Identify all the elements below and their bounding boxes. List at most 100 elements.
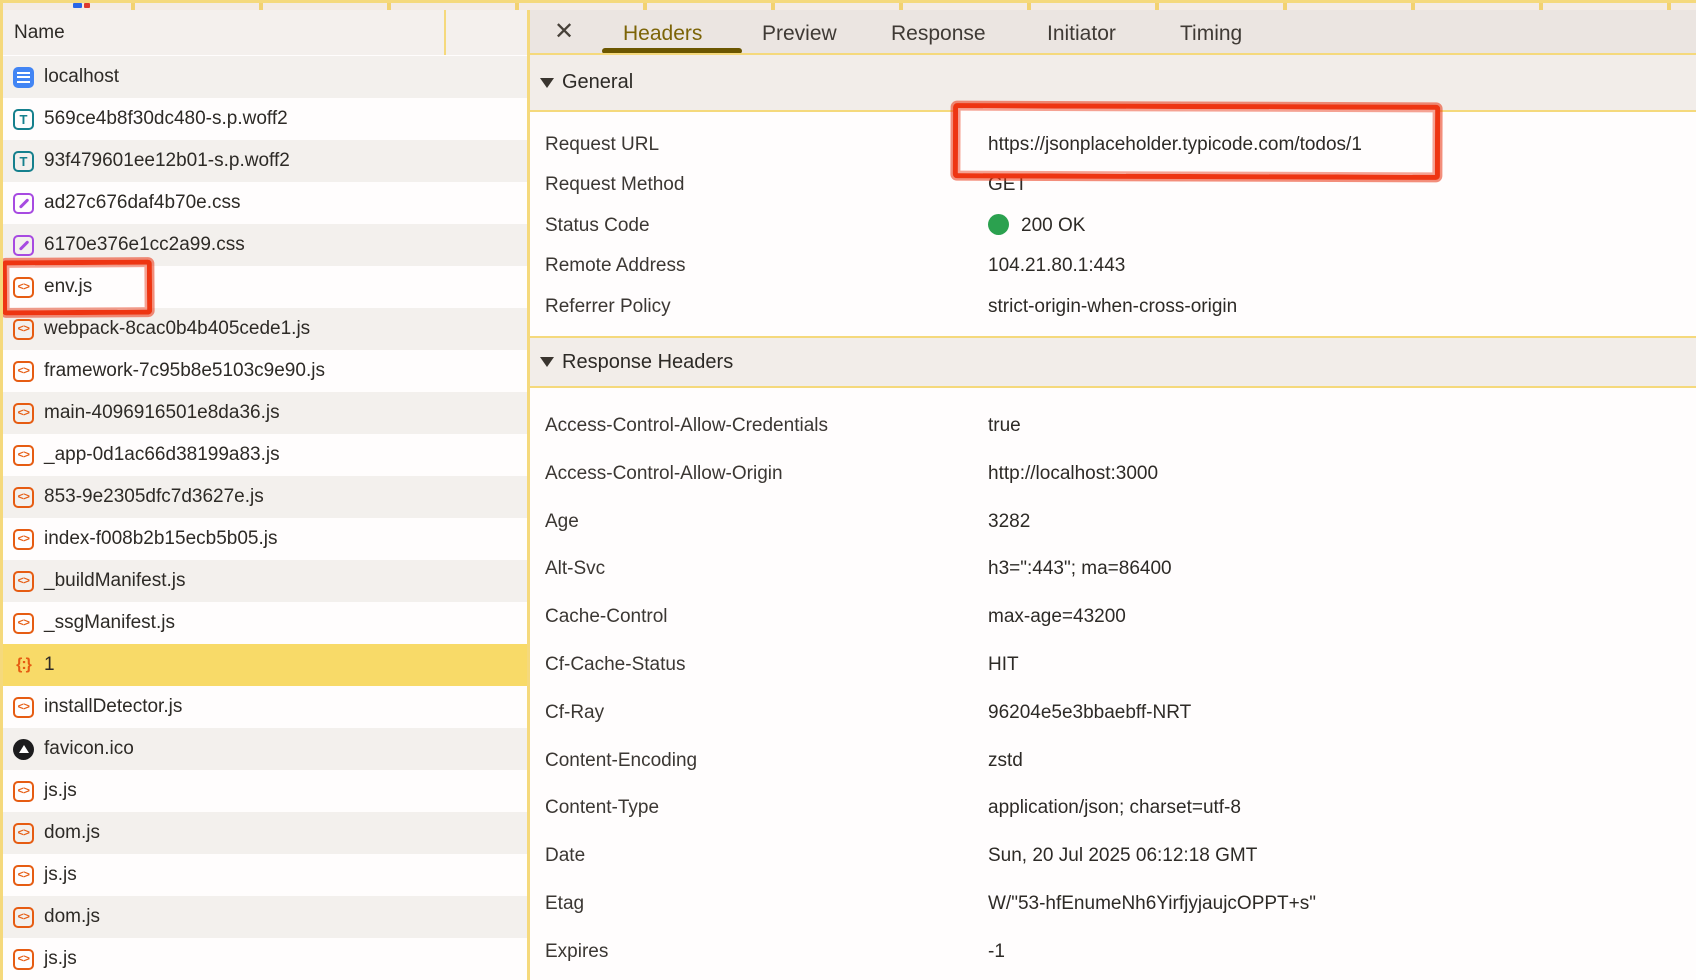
header-value: application/json; charset=utf-8 (988, 784, 1241, 832)
response-row-cache-control: Cache-Controlmax-age=43200 (530, 593, 1696, 641)
request-row-js.js[interactable]: <> js.js (0, 938, 527, 980)
request-row-_ssgManifest.js[interactable]: <>_ssgManifest.js (0, 602, 527, 644)
doc-file-icon (13, 67, 34, 88)
css-file-icon (13, 193, 34, 214)
toolbar-red-icon (84, 3, 90, 8)
request-row-framework-7c95b8e5103c9e90.js[interactable]: <>framework-7c95b8e5103c9e90.js (0, 350, 527, 392)
header-label: Etag (545, 880, 584, 928)
header-label: Age (545, 498, 579, 546)
header-value: 104.21.80.1:443 (988, 245, 1125, 286)
column-divider (444, 10, 446, 55)
js-file-icon: <> (13, 823, 34, 844)
general-section-header[interactable]: General (530, 55, 1696, 110)
request-row-index-f008b2b15ecb5b05.js[interactable]: <>index-f008b2b15ecb5b05.js (0, 518, 527, 560)
network-request-panel: Name localhost T 569ce4b8f30dc480-s.p.woff… (0, 10, 527, 980)
header-value: zstd (988, 737, 1023, 785)
js-file-icon: <> (13, 907, 34, 928)
tab-timing[interactable]: Timing (1180, 10, 1242, 55)
response-row-etag: EtagW/"53-hfEnumeNh6YirfjyjaujcOPPT+s" (530, 880, 1696, 928)
request-row-ad27c676daf4b70e.css[interactable]: ad27c676daf4b70e.css (0, 182, 527, 224)
header-label: Cache-Control (545, 593, 668, 641)
response-headers-border (530, 386, 1696, 388)
request-row-93f479601ee12b01-s.p.woff2[interactable]: T 93f479601ee12b01-s.p.woff2 (0, 140, 527, 182)
response-row-content-type: Content-Type application/json; charset=ut… (530, 784, 1696, 832)
request-row-dom.js[interactable]: <> dom.js (0, 812, 527, 854)
request-list: localhost T 569ce4b8f30dc480-s.p.woff2 T 93f… (0, 56, 527, 980)
request-row-_buildManifest.js[interactable]: <> _buildManifest.js (0, 560, 527, 602)
request-name: dom.js (44, 822, 100, 844)
request-name: dom.js (44, 906, 100, 928)
request-detail-panel: ✕ HeadersPreviewResponseInitiatorTiming … (530, 10, 1696, 980)
header-value: 200 OK (988, 205, 1085, 246)
js-file-icon: <> (13, 403, 34, 424)
response-row-access-control-allow-credentials: Access-Control-Allow-Credentialstrue (530, 402, 1696, 450)
header-value: https://jsonplaceholder.typicode.com/tod… (988, 124, 1362, 165)
response-row-content-encoding: Content-Encoding zstd (530, 737, 1696, 785)
request-row-installDetector.js[interactable]: <> installDetector.js (0, 686, 527, 728)
request-row-853-9e2305dfc7d3627e.js[interactable]: <>853-9e2305dfc7d3627e.js (0, 476, 527, 518)
header-label: Remote Address (545, 245, 685, 286)
header-label: Content-Encoding (545, 737, 697, 785)
tab-response[interactable]: Response (891, 10, 986, 55)
js-file-icon: <> (13, 949, 34, 970)
general-row-referrer-policy: Referrer Policy strict-origin-when-cross-… (530, 286, 1696, 327)
request-row-js.js[interactable]: <>js.js (0, 770, 527, 812)
header-value: true (988, 402, 1021, 450)
request-name: 853-9e2305dfc7d3627e.js (44, 486, 264, 508)
request-name: js.js (44, 864, 77, 886)
request-row-dom.js[interactable]: <> dom.js (0, 896, 527, 938)
js-file-icon: <> (13, 571, 34, 592)
header-value: http://localhost:3000 (988, 450, 1158, 498)
general-row-request-url: Request URLhttps://jsonplaceholder.typic… (530, 124, 1696, 165)
close-icon[interactable]: ✕ (554, 17, 574, 47)
request-name: 569ce4b8f30dc480-s.p.woff2 (44, 108, 288, 130)
header-label: Access-Control-Allow-Origin (545, 450, 783, 498)
response-row-access-control-allow-origin: Access-Control-Allow-Origin http://localh… (530, 450, 1696, 498)
cropped-toolbar-strip (0, 0, 1696, 10)
request-name: main-4096916501e8da36.js (44, 402, 280, 424)
request-name: webpack-8cac0b4b405cede1.js (44, 318, 310, 340)
favicon-file-icon (13, 739, 34, 760)
response-row-date: DateSun, 20 Jul 2025 06:12:18 GMT (530, 832, 1696, 880)
annotation-box-env-js (2, 260, 152, 316)
tab-preview[interactable]: Preview (762, 10, 837, 55)
request-row-localhost[interactable]: localhost (0, 56, 527, 98)
js-file-icon: <> (13, 781, 34, 802)
request-row-_app-0d1ac66d38199a83.js[interactable]: <>_app-0d1ac66d38199a83.js (0, 434, 527, 476)
js-file-icon: <> (13, 319, 34, 340)
response-row-alt-svc: Alt-Svch3=":443"; ma=86400 (530, 545, 1696, 593)
header-label: Expires (545, 928, 608, 976)
request-name: _app-0d1ac66d38199a83.js (44, 444, 280, 466)
name-column-header[interactable]: Name (0, 10, 527, 55)
font-file-icon: T (13, 151, 34, 172)
font-file-icon: T (13, 109, 34, 130)
request-row-favicon.ico[interactable]: favicon.ico (0, 728, 527, 770)
header-label: Status Code (545, 205, 650, 246)
request-row-1[interactable]: {:}1 (0, 644, 527, 686)
js-file-icon: <> (13, 697, 34, 718)
request-name: installDetector.js (44, 696, 182, 718)
header-label: Referrer Policy (545, 286, 671, 327)
header-label: Cf-Ray (545, 689, 604, 737)
tab-initiator[interactable]: Initiator (1047, 10, 1116, 55)
detail-tab-bar: ✕ Headers Preview Response Initiator Timing (530, 10, 1696, 55)
response-headers-section-header[interactable]: Response Headers (530, 338, 1696, 386)
request-name: ad27c676daf4b70e.css (44, 192, 241, 214)
request-row-569ce4b8f30dc480-s.p.woff2[interactable]: T 569ce4b8f30dc480-s.p.woff2 (0, 98, 527, 140)
response-row-age: Age3282 (530, 498, 1696, 546)
header-value: strict-origin-when-cross-origin (988, 286, 1237, 327)
request-name: _buildManifest.js (44, 570, 186, 592)
request-name: localhost (44, 66, 119, 88)
request-name: favicon.ico (44, 738, 134, 760)
request-name: 6170e376e1cc2a99.css (44, 234, 245, 256)
screenshot-left-border (0, 0, 3, 980)
header-value: HIT (988, 641, 1019, 689)
request-name: js.js (44, 948, 77, 970)
request-row-js.js[interactable]: <>js.js (0, 854, 527, 896)
js-file-icon: <> (13, 613, 34, 634)
request-name: 93f479601ee12b01-s.p.woff2 (44, 150, 290, 172)
status-ok-dot-icon (988, 214, 1009, 235)
tab-headers[interactable]: Headers (623, 10, 702, 55)
header-label: Content-Type (545, 784, 659, 832)
request-row-main-4096916501e8da36.js[interactable]: <> main-4096916501e8da36.js (0, 392, 527, 434)
